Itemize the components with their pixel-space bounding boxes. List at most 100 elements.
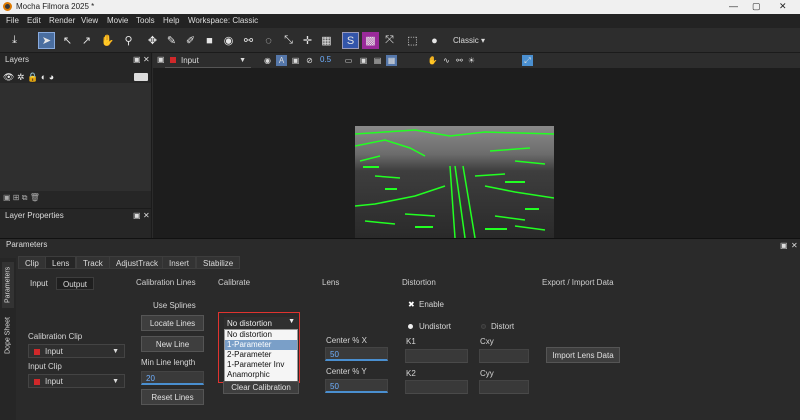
tab-insert[interactable]: Insert [162, 256, 197, 269]
maximize-icon[interactable]: ▢ [752, 1, 761, 12]
hand-icon[interactable]: ✋ [427, 55, 438, 66]
minimize-icon[interactable]: — [729, 1, 738, 11]
calibration-clip-select[interactable]: Input ▼ [28, 344, 125, 358]
layer-options-icon[interactable] [134, 73, 148, 81]
cyy-field[interactable] [479, 380, 529, 394]
gear-icon[interactable]: ✲ [17, 72, 25, 82]
lock-icon[interactable]: 🔒 [27, 72, 38, 82]
center-y-field[interactable]: 50 [325, 379, 388, 393]
tab-lens[interactable]: Lens [45, 256, 77, 269]
corner-pin-icon[interactable]: ⤧ [381, 32, 398, 49]
distortion-option[interactable]: 1-Parameter [225, 340, 297, 350]
menu-tools[interactable]: Tools [136, 16, 155, 25]
input-clip-select[interactable]: Input ▼ [28, 374, 125, 388]
view-split-icon[interactable]: ▤ [372, 55, 383, 66]
add-point-icon[interactable]: ↗ [78, 32, 95, 49]
cxy-field[interactable] [479, 349, 529, 363]
select-points-icon[interactable]: ↖ [59, 32, 76, 49]
grid-tool-icon[interactable]: ▦ [318, 32, 335, 49]
view-grid-icon[interactable]: ▦ [386, 55, 397, 66]
link-icon[interactable]: ⚯ [454, 55, 465, 66]
export-icon[interactable]: ⤓ [6, 32, 23, 49]
clear-calibration-button[interactable]: Clear Calibration [223, 381, 299, 394]
close-icon[interactable]: ✕ [779, 1, 787, 12]
add-layer-icon[interactable]: ⊞ [13, 193, 20, 202]
k2-field[interactable] [405, 380, 468, 394]
tab-stabilize[interactable]: Stabilize [196, 256, 241, 269]
use-splines-checkbox[interactable] [141, 302, 148, 309]
delete-layer-icon[interactable]: 🗑 [30, 193, 40, 202]
panel-close-icon[interactable]: ✕ [143, 211, 150, 220]
brightness-icon[interactable]: ☀ [466, 55, 477, 66]
menu-movie[interactable]: Movie [107, 16, 128, 25]
distortion-option[interactable]: No distortion [225, 330, 297, 340]
bezier-tool-icon[interactable]: ✎ [163, 32, 180, 49]
matte-icon[interactable]: ◐ [41, 72, 46, 82]
panel-close-icon[interactable]: ✕ [791, 241, 798, 250]
fit-view-icon[interactable]: ⤢ [522, 55, 533, 66]
distortion-option[interactable]: Anamorphic [225, 370, 297, 380]
undistort-radio[interactable] [408, 324, 413, 329]
rgb-channel-icon[interactable]: ◉ [262, 55, 273, 66]
enable-checkbox[interactable]: ✖ [408, 300, 415, 309]
surface-tool-icon[interactable]: S [342, 32, 359, 49]
panel-float-icon[interactable]: ▣ [133, 55, 141, 64]
crop-tool-icon[interactable]: ⬚ [404, 32, 421, 49]
panel-float-icon[interactable]: ▣ [133, 211, 141, 220]
min-line-length-field[interactable]: 20 [141, 371, 204, 385]
select-tool-icon[interactable]: ➤ [38, 32, 55, 49]
workspace-select[interactable]: Classic ▾ [453, 36, 485, 45]
distortion-model-select[interactable]: No distortion ▼ [224, 317, 298, 329]
center-x-field[interactable]: 50 [325, 347, 388, 361]
menu-render[interactable]: Render [49, 16, 75, 25]
overlay-icon[interactable]: ▣ [290, 55, 301, 66]
color-icon[interactable]: ◕ [49, 72, 54, 82]
xspline-tool-icon[interactable]: ✥ [144, 32, 161, 49]
menu-file[interactable]: File [6, 16, 19, 25]
circle-fill-icon[interactable]: ● [426, 32, 443, 49]
rectangle-tool-icon[interactable]: ■ [201, 32, 218, 49]
viewer-clip-select[interactable]: Input ▼ [165, 54, 251, 68]
hand-tool-icon[interactable]: ✋ [99, 32, 116, 49]
distortion-option[interactable]: 1-Parameter Inv [225, 360, 297, 370]
tab-adjusttrack[interactable]: AdjustTrack [109, 256, 165, 269]
move-tool-icon[interactable]: ✛ [299, 32, 316, 49]
view-mode-icon[interactable]: ▭ [343, 55, 354, 66]
side-tab-dope-sheet[interactable]: Dope Sheet [2, 314, 14, 358]
distortion-option[interactable]: 2-Parameter [225, 350, 297, 360]
circle-tool-icon[interactable]: ◉ [220, 32, 237, 49]
new-line-button[interactable]: New Line [141, 336, 204, 352]
link-tool-icon[interactable]: ⚯ [240, 32, 257, 49]
panel-float-icon[interactable]: ▣ [780, 241, 788, 250]
distort-radio[interactable] [481, 324, 486, 329]
pane-float-icon[interactable]: ▣ [157, 55, 165, 64]
eye-icon[interactable]: 👁 [3, 72, 14, 82]
curve-icon[interactable]: ∿ [441, 55, 452, 66]
side-tab-parameters[interactable]: Parameters [2, 262, 14, 308]
lasso-tool-icon[interactable]: ◌ [260, 32, 277, 49]
grid-warp-icon[interactable]: ▩ [362, 32, 379, 49]
text-overlay-icon[interactable]: A [276, 55, 287, 66]
new-layer-icon[interactable]: ▣ [3, 193, 11, 202]
menu-edit[interactable]: Edit [27, 16, 41, 25]
zoom-tool-icon[interactable]: ⚲ [120, 32, 137, 49]
layer-list[interactable] [0, 83, 151, 191]
view-single-icon[interactable]: ▣ [358, 55, 369, 66]
magnetic-tool-icon[interactable]: ✐ [182, 32, 199, 49]
subtab-output[interactable]: Output [56, 277, 95, 290]
tab-clip[interactable]: Clip [18, 256, 46, 269]
layer-opacity-icon[interactable]: ⊘ [304, 55, 315, 66]
panel-close-icon[interactable]: ✕ [143, 55, 150, 64]
locate-lines-button[interactable]: Locate Lines [141, 315, 204, 331]
opacity-value[interactable]: 0.5 [320, 55, 331, 64]
menu-help[interactable]: Help [163, 16, 179, 25]
transform-tool-icon[interactable]: ⤡ [280, 32, 297, 49]
import-lens-data-button[interactable]: Import Lens Data [546, 347, 620, 363]
menu-view[interactable]: View [81, 16, 98, 25]
menu-workspace[interactable]: Workspace: Classic [188, 16, 258, 25]
tab-track[interactable]: Track [76, 256, 110, 269]
reset-lines-button[interactable]: Reset Lines [141, 389, 204, 405]
k1-field[interactable] [405, 349, 468, 363]
duplicate-layer-icon[interactable]: ⧉ [22, 193, 28, 202]
subtab-input[interactable]: Input [24, 277, 54, 290]
